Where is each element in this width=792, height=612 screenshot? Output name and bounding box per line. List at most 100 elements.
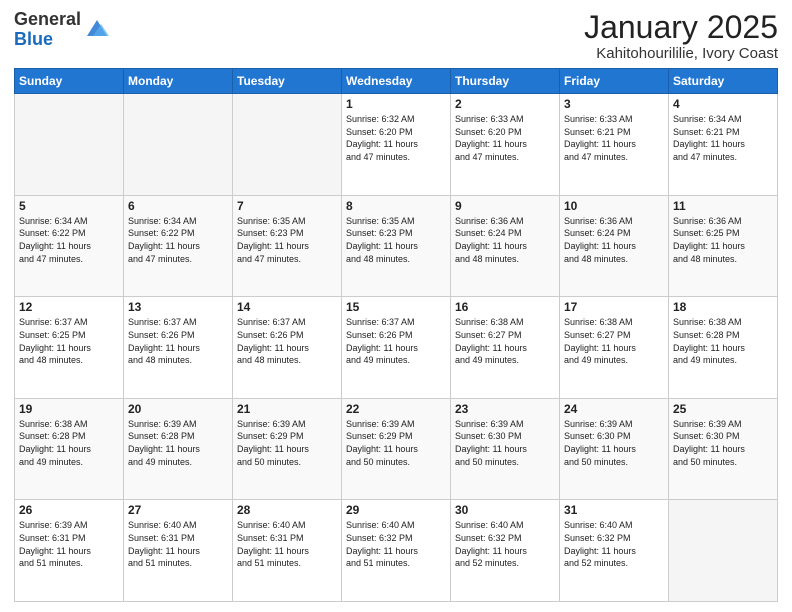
- calendar-cell: 12Sunrise: 6:37 AM Sunset: 6:25 PM Dayli…: [15, 297, 124, 399]
- weekday-header-row: SundayMondayTuesdayWednesdayThursdayFrid…: [15, 69, 778, 94]
- day-number: 26: [19, 503, 119, 517]
- day-number: 31: [564, 503, 664, 517]
- day-number: 14: [237, 300, 337, 314]
- calendar-cell: 5 Sunrise: 6:34 AM Sunset: 6:22 PM Daylig…: [15, 195, 124, 297]
- location-title: Kahitohourililie, Ivory Coast: [584, 45, 778, 62]
- calendar-cell: 10Sunrise: 6:36 AM Sunset: 6:24 PM Dayli…: [560, 195, 669, 297]
- calendar-week-row: 26 Sunrise: 6:39 AM Sunset: 6:31 PM Dayli…: [15, 500, 778, 602]
- day-number: 25: [673, 402, 773, 416]
- day-number: 16: [455, 300, 555, 314]
- calendar-cell: 9 Sunrise: 6:36 AM Sunset: 6:24 PM Daylig…: [451, 195, 560, 297]
- weekday-header-thursday: Thursday: [451, 69, 560, 94]
- calendar-cell: 29Sunrise: 6:40 AM Sunset: 6:32 PM Dayli…: [342, 500, 451, 602]
- calendar-cell: [233, 94, 342, 196]
- logo: General Blue: [14, 10, 111, 50]
- day-info: Sunrise: 6:36 AM Sunset: 6:25 PM Dayligh…: [673, 215, 773, 265]
- day-info: Sunrise: 6:40 AM Sunset: 6:32 PM Dayligh…: [346, 519, 446, 569]
- day-info: Sunrise: 6:40 AM Sunset: 6:31 PM Dayligh…: [128, 519, 228, 569]
- logo-text: General Blue: [14, 10, 81, 50]
- day-number: 20: [128, 402, 228, 416]
- calendar-cell: 15Sunrise: 6:37 AM Sunset: 6:26 PM Dayli…: [342, 297, 451, 399]
- calendar-cell: 2Sunrise: 6:33 AM Sunset: 6:20 PM Daylig…: [451, 94, 560, 196]
- day-info: Sunrise: 6:34 AM Sunset: 6:22 PM Dayligh…: [128, 215, 228, 265]
- day-number: 19: [19, 402, 119, 416]
- day-number: 7: [237, 199, 337, 213]
- day-number: 9: [455, 199, 555, 213]
- day-number: 21: [237, 402, 337, 416]
- day-info: Sunrise: 6:39 AM Sunset: 6:31 PM Dayligh…: [19, 519, 119, 569]
- calendar-week-row: 19 Sunrise: 6:38 AM Sunset: 6:28 PM Dayli…: [15, 398, 778, 500]
- day-info: Sunrise: 6:38 AM Sunset: 6:28 PM Dayligh…: [673, 316, 773, 366]
- logo-blue: Blue: [14, 30, 81, 50]
- day-number: 4: [673, 97, 773, 111]
- calendar-cell: [669, 500, 778, 602]
- weekday-header-saturday: Saturday: [669, 69, 778, 94]
- day-number: 8: [346, 199, 446, 213]
- day-number: 30: [455, 503, 555, 517]
- calendar-cell: 24 Sunrise: 6:39 AM Sunset: 6:30 PM Dayli…: [560, 398, 669, 500]
- calendar-cell: 14 Sunrise: 6:37 AM Sunset: 6:26 PM Dayli…: [233, 297, 342, 399]
- day-info: Sunrise: 6:32 AM Sunset: 6:20 PM Dayligh…: [346, 113, 446, 163]
- page: General Blue January 2025 Kahitohourilil…: [0, 0, 792, 612]
- calendar-cell: 20Sunrise: 6:39 AM Sunset: 6:28 PM Dayli…: [124, 398, 233, 500]
- day-info: Sunrise: 6:39 AM Sunset: 6:30 PM Dayligh…: [564, 418, 664, 468]
- day-info: Sunrise: 6:38 AM Sunset: 6:27 PM Dayligh…: [455, 316, 555, 366]
- day-info: Sunrise: 6:34 AM Sunset: 6:22 PM Dayligh…: [19, 215, 119, 265]
- day-number: 22: [346, 402, 446, 416]
- calendar-week-row: 12Sunrise: 6:37 AM Sunset: 6:25 PM Dayli…: [15, 297, 778, 399]
- calendar-cell: 25 Sunrise: 6:39 AM Sunset: 6:30 PM Dayli…: [669, 398, 778, 500]
- day-number: 23: [455, 402, 555, 416]
- calendar-cell: 26 Sunrise: 6:39 AM Sunset: 6:31 PM Dayli…: [15, 500, 124, 602]
- day-info: Sunrise: 6:37 AM Sunset: 6:25 PM Dayligh…: [19, 316, 119, 366]
- day-info: Sunrise: 6:37 AM Sunset: 6:26 PM Dayligh…: [346, 316, 446, 366]
- calendar-cell: 30 Sunrise: 6:40 AM Sunset: 6:32 PM Dayli…: [451, 500, 560, 602]
- title-block: January 2025 Kahitohourililie, Ivory Coa…: [584, 10, 778, 62]
- day-number: 18: [673, 300, 773, 314]
- day-number: 11: [673, 199, 773, 213]
- day-info: Sunrise: 6:40 AM Sunset: 6:31 PM Dayligh…: [237, 519, 337, 569]
- weekday-header-sunday: Sunday: [15, 69, 124, 94]
- day-info: Sunrise: 6:39 AM Sunset: 6:29 PM Dayligh…: [237, 418, 337, 468]
- day-info: Sunrise: 6:40 AM Sunset: 6:32 PM Dayligh…: [564, 519, 664, 569]
- header: General Blue January 2025 Kahitohourilil…: [14, 10, 778, 62]
- day-number: 17: [564, 300, 664, 314]
- day-info: Sunrise: 6:39 AM Sunset: 6:30 PM Dayligh…: [673, 418, 773, 468]
- day-info: Sunrise: 6:37 AM Sunset: 6:26 PM Dayligh…: [237, 316, 337, 366]
- calendar-week-row: 5 Sunrise: 6:34 AM Sunset: 6:22 PM Daylig…: [15, 195, 778, 297]
- calendar-cell: 28 Sunrise: 6:40 AM Sunset: 6:31 PM Dayli…: [233, 500, 342, 602]
- day-info: Sunrise: 6:39 AM Sunset: 6:30 PM Dayligh…: [455, 418, 555, 468]
- day-info: Sunrise: 6:35 AM Sunset: 6:23 PM Dayligh…: [237, 215, 337, 265]
- weekday-header-friday: Friday: [560, 69, 669, 94]
- day-info: Sunrise: 6:38 AM Sunset: 6:28 PM Dayligh…: [19, 418, 119, 468]
- day-number: 10: [564, 199, 664, 213]
- day-number: 3: [564, 97, 664, 111]
- weekday-header-monday: Monday: [124, 69, 233, 94]
- calendar-cell: 6 Sunrise: 6:34 AM Sunset: 6:22 PM Daylig…: [124, 195, 233, 297]
- day-info: Sunrise: 6:35 AM Sunset: 6:23 PM Dayligh…: [346, 215, 446, 265]
- day-number: 2: [455, 97, 555, 111]
- calendar-week-row: 1 Sunrise: 6:32 AM Sunset: 6:20 PM Daylig…: [15, 94, 778, 196]
- calendar-cell: 8 Sunrise: 6:35 AM Sunset: 6:23 PM Daylig…: [342, 195, 451, 297]
- logo-icon: [83, 14, 111, 42]
- calendar-cell: 27Sunrise: 6:40 AM Sunset: 6:31 PM Dayli…: [124, 500, 233, 602]
- calendar-cell: [124, 94, 233, 196]
- calendar-cell: 18 Sunrise: 6:38 AM Sunset: 6:28 PM Dayli…: [669, 297, 778, 399]
- calendar-cell: 31 Sunrise: 6:40 AM Sunset: 6:32 PM Dayli…: [560, 500, 669, 602]
- calendar-cell: 17 Sunrise: 6:38 AM Sunset: 6:27 PM Dayli…: [560, 297, 669, 399]
- day-number: 28: [237, 503, 337, 517]
- calendar-cell: 16 Sunrise: 6:38 AM Sunset: 6:27 PM Dayli…: [451, 297, 560, 399]
- calendar-cell: 21 Sunrise: 6:39 AM Sunset: 6:29 PM Dayli…: [233, 398, 342, 500]
- day-info: Sunrise: 6:37 AM Sunset: 6:26 PM Dayligh…: [128, 316, 228, 366]
- calendar-cell: 19 Sunrise: 6:38 AM Sunset: 6:28 PM Dayli…: [15, 398, 124, 500]
- day-number: 5: [19, 199, 119, 213]
- day-info: Sunrise: 6:40 AM Sunset: 6:32 PM Dayligh…: [455, 519, 555, 569]
- day-number: 24: [564, 402, 664, 416]
- month-title: January 2025: [584, 10, 778, 45]
- day-number: 1: [346, 97, 446, 111]
- day-info: Sunrise: 6:36 AM Sunset: 6:24 PM Dayligh…: [455, 215, 555, 265]
- day-number: 6: [128, 199, 228, 213]
- calendar-cell: 1 Sunrise: 6:32 AM Sunset: 6:20 PM Daylig…: [342, 94, 451, 196]
- day-info: Sunrise: 6:38 AM Sunset: 6:27 PM Dayligh…: [564, 316, 664, 366]
- day-info: Sunrise: 6:34 AM Sunset: 6:21 PM Dayligh…: [673, 113, 773, 163]
- weekday-header-wednesday: Wednesday: [342, 69, 451, 94]
